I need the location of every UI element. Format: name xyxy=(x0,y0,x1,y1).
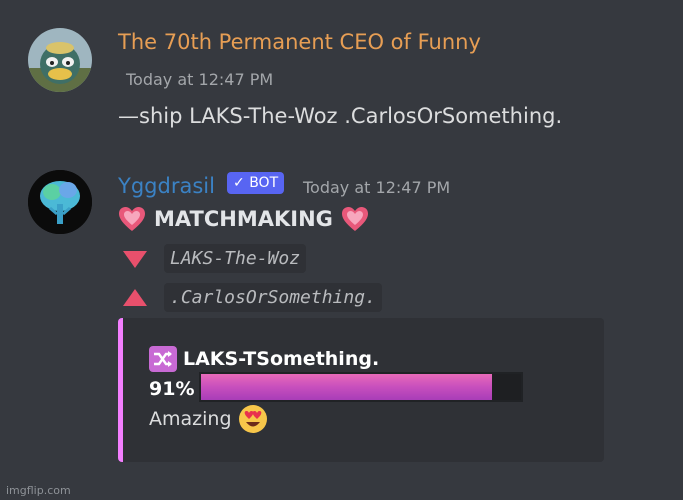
match-percent: 91% xyxy=(149,378,195,400)
verdict-label: Amazing xyxy=(149,408,232,430)
user-avatar[interactable] xyxy=(28,28,92,92)
watermark: imgflip.com xyxy=(6,484,71,497)
ship-name: LAKS-TSomething. xyxy=(183,348,380,370)
bot-badge-label: BOT xyxy=(249,175,279,191)
user-a-name: LAKS-The-Woz xyxy=(164,244,307,273)
message-timestamp: Today at 12:47 PM xyxy=(126,70,274,89)
match-verdict: Amazing xyxy=(149,404,268,434)
shuffle-icon xyxy=(149,346,177,372)
message-author[interactable]: The 70th Permanent CEO of Funny xyxy=(118,30,481,54)
heart-icon xyxy=(119,207,145,231)
user-b-row: .CarlosOrSomething. xyxy=(122,283,382,312)
user-a-row: LAKS-The-Woz xyxy=(122,244,307,273)
bot-badge: ✓ BOT xyxy=(227,172,285,194)
bot-author[interactable]: Yggdrasil xyxy=(118,174,215,198)
user-b-name: .CarlosOrSomething. xyxy=(164,283,382,312)
triangle-down-icon xyxy=(123,250,147,268)
heart-eyes-emoji-icon xyxy=(238,405,267,433)
embed-title: LAKS-TSomething. xyxy=(149,346,379,372)
heart-icon xyxy=(341,207,368,231)
match-progress-bar xyxy=(199,372,523,402)
check-icon: ✓ xyxy=(233,175,250,191)
matchmaking-title: MATCHMAKING xyxy=(118,206,369,232)
triangle-up-icon xyxy=(123,288,147,306)
matchmaking-label: MATCHMAKING xyxy=(154,207,333,231)
match-progress-fill xyxy=(201,374,493,400)
message-timestamp: Today at 12:47 PM xyxy=(303,178,451,197)
bot-avatar[interactable] xyxy=(28,170,92,234)
message-content: —ship LAKS-The-Woz .CarlosOrSomething. xyxy=(118,104,563,128)
ship-embed: LAKS-TSomething. 91% Amazing xyxy=(118,318,604,462)
